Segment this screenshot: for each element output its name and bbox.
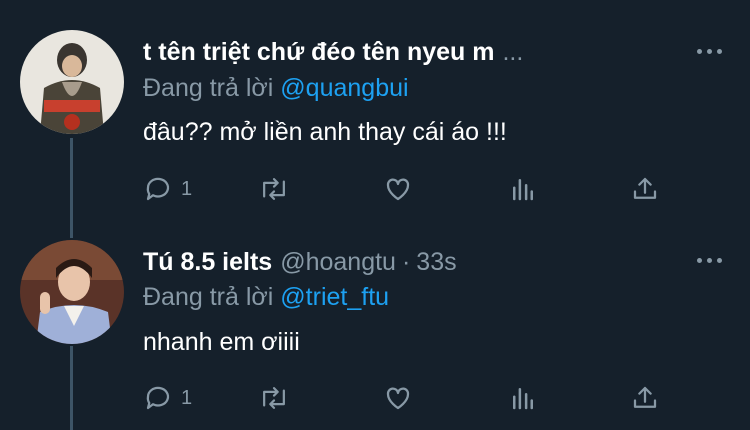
replying-to-label: Đang trả lời bbox=[143, 74, 274, 102]
tweet[interactable]: Tú 8.5 ielts @hoangtu · 33s Đang trả lời… bbox=[0, 220, 750, 430]
reply-count: 1 bbox=[181, 177, 193, 200]
retweet-icon bbox=[263, 178, 285, 200]
more-icon[interactable] bbox=[697, 49, 722, 54]
reply-button[interactable]: 1 bbox=[143, 383, 192, 413]
name-ellipsis: ... bbox=[502, 38, 524, 66]
share-icon bbox=[633, 386, 657, 408]
separator-dot: · bbox=[401, 248, 411, 276]
reply-button[interactable]: 1 bbox=[143, 174, 192, 204]
timeline: t tên triệt chứ đéo tên nyeu m ... Đang … bbox=[0, 0, 750, 430]
like-button[interactable] bbox=[383, 174, 413, 204]
replying-to-label: Đang trả lời bbox=[143, 283, 274, 311]
retweet-icon bbox=[263, 387, 285, 409]
like-icon bbox=[386, 178, 410, 201]
replying-to: Đang trả lời @triet_ftu bbox=[143, 283, 389, 312]
mention-link[interactable]: @triet_ftu bbox=[280, 283, 389, 311]
display-name[interactable]: Tú 8.5 ielts bbox=[143, 248, 272, 277]
like-icon bbox=[386, 387, 410, 410]
action-bar: 1 bbox=[143, 383, 683, 415]
more-icon[interactable] bbox=[697, 258, 722, 263]
tweet-text: đâu?? mở liền anh thay cái áo !!! bbox=[143, 118, 507, 146]
analytics-button[interactable] bbox=[508, 174, 538, 204]
avatar[interactable] bbox=[20, 240, 124, 344]
mention-link[interactable]: @quangbui bbox=[280, 74, 408, 102]
share-icon bbox=[633, 177, 657, 199]
analytics-button[interactable] bbox=[508, 383, 538, 413]
like-button[interactable] bbox=[383, 383, 413, 413]
analytics-icon bbox=[513, 179, 533, 201]
avatar-image bbox=[20, 30, 124, 134]
avatar[interactable] bbox=[20, 30, 124, 134]
tweet-text: nhanh em ơiiii bbox=[143, 328, 300, 356]
share-button[interactable] bbox=[630, 174, 660, 204]
user-handle[interactable]: @hoangtu bbox=[280, 248, 396, 277]
reply-icon bbox=[146, 177, 170, 201]
replying-to: Đang trả lời @quangbui bbox=[143, 74, 409, 103]
reply-count: 1 bbox=[181, 386, 193, 409]
name-row: Tú 8.5 ielts @hoangtu · 33s bbox=[143, 248, 457, 277]
share-button[interactable] bbox=[630, 383, 660, 413]
name-row: t tên triệt chứ đéo tên nyeu m ... bbox=[143, 38, 523, 67]
analytics-icon bbox=[513, 388, 533, 410]
action-bar: 1 bbox=[143, 174, 683, 206]
reply-icon bbox=[146, 386, 170, 410]
display-name[interactable]: t tên triệt chứ đéo tên nyeu m bbox=[143, 38, 494, 67]
retweet-button[interactable] bbox=[258, 174, 290, 204]
timestamp[interactable]: 33s bbox=[416, 248, 456, 277]
avatar-image bbox=[20, 240, 124, 344]
retweet-button[interactable] bbox=[258, 383, 290, 413]
tweet[interactable]: t tên triệt chứ đéo tên nyeu m ... Đang … bbox=[0, 0, 750, 220]
